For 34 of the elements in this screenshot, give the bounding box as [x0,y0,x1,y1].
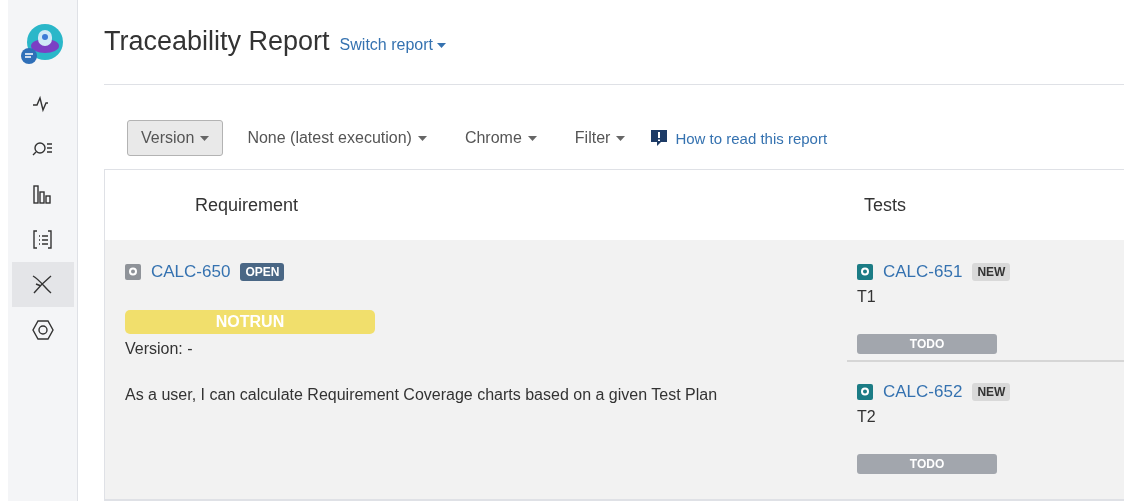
version-text: Version: - [125,340,194,358]
sidebar-nav-item[interactable] [11,262,74,307]
test-key-link[interactable]: CALC-652 [883,382,963,402]
result-bar: NOTRUN [125,310,375,334]
list-icon [30,227,55,252]
test-name: T2 [857,408,877,426]
caret-icon [200,135,210,141]
help-link[interactable]: How to read this report [649,128,828,148]
help-icon [649,128,670,148]
filter-dropdown[interactable]: Chrome [450,120,551,156]
switch-report-link[interactable]: Switch report [339,36,446,54]
filter-dropdown[interactable]: None (latest execution) [233,120,441,156]
page-title: Traceability Report [104,26,330,57]
test-result-bar: TODO [857,334,997,354]
issue-type-icon [857,264,873,280]
issue-type-icon [125,264,141,280]
issue-key-link[interactable]: CALC-650 [151,262,231,282]
requirement-summary: As a user, I can calculate Requirement Coverage charts based on a given Test Plan [125,386,719,404]
filter-dropdown[interactable]: Filter [560,120,640,156]
caret-icon [417,135,427,141]
test-key-link[interactable]: CALC-651 [883,262,963,282]
test-name: T1 [857,288,877,306]
caret-icon [527,135,537,141]
caret-icon [616,135,626,141]
caret-icon [436,42,446,48]
status-lozenge: NEW [972,263,1011,281]
filter-dropdown[interactable]: Version [127,120,224,156]
column-header: Requirement [194,194,300,216]
status-lozenge: OPEN [240,263,285,281]
test-result-bar: TODO [857,454,997,474]
column-header: Tests [863,194,906,216]
issue-type-icon [857,384,873,400]
hexagon-icon [30,317,55,342]
status-lozenge: NEW [972,383,1011,401]
